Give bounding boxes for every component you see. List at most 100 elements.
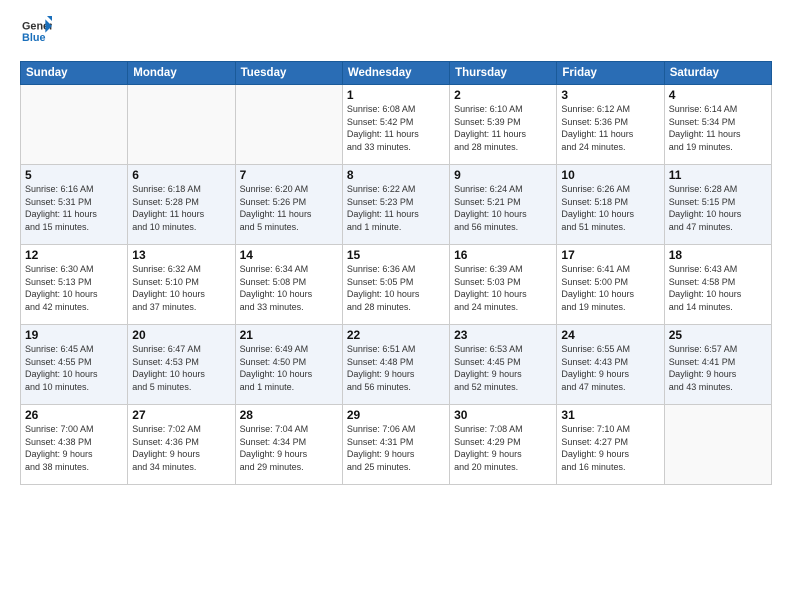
- day-number: 26: [25, 408, 123, 422]
- day-number: 14: [240, 248, 338, 262]
- day-number: 29: [347, 408, 445, 422]
- calendar-cell: 3Sunrise: 6:12 AM Sunset: 5:36 PM Daylig…: [557, 85, 664, 165]
- day-number: 22: [347, 328, 445, 342]
- calendar-cell: 27Sunrise: 7:02 AM Sunset: 4:36 PM Dayli…: [128, 405, 235, 485]
- day-info: Sunrise: 7:00 AM Sunset: 4:38 PM Dayligh…: [25, 423, 123, 473]
- calendar-cell: 18Sunrise: 6:43 AM Sunset: 4:58 PM Dayli…: [664, 245, 771, 325]
- calendar-cell: 21Sunrise: 6:49 AM Sunset: 4:50 PM Dayli…: [235, 325, 342, 405]
- calendar-week-2: 5Sunrise: 6:16 AM Sunset: 5:31 PM Daylig…: [21, 165, 772, 245]
- calendar-header-friday: Friday: [557, 62, 664, 85]
- calendar-header-thursday: Thursday: [450, 62, 557, 85]
- day-number: 23: [454, 328, 552, 342]
- calendar-cell: [664, 405, 771, 485]
- day-number: 13: [132, 248, 230, 262]
- calendar-cell: 20Sunrise: 6:47 AM Sunset: 4:53 PM Dayli…: [128, 325, 235, 405]
- day-number: 7: [240, 168, 338, 182]
- day-info: Sunrise: 7:10 AM Sunset: 4:27 PM Dayligh…: [561, 423, 659, 473]
- calendar-cell: 13Sunrise: 6:32 AM Sunset: 5:10 PM Dayli…: [128, 245, 235, 325]
- day-number: 21: [240, 328, 338, 342]
- day-info: Sunrise: 6:39 AM Sunset: 5:03 PM Dayligh…: [454, 263, 552, 313]
- day-number: 18: [669, 248, 767, 262]
- day-info: Sunrise: 6:32 AM Sunset: 5:10 PM Dayligh…: [132, 263, 230, 313]
- day-info: Sunrise: 6:08 AM Sunset: 5:42 PM Dayligh…: [347, 103, 445, 153]
- calendar-cell: 17Sunrise: 6:41 AM Sunset: 5:00 PM Dayli…: [557, 245, 664, 325]
- calendar-cell: 23Sunrise: 6:53 AM Sunset: 4:45 PM Dayli…: [450, 325, 557, 405]
- day-info: Sunrise: 6:43 AM Sunset: 4:58 PM Dayligh…: [669, 263, 767, 313]
- day-info: Sunrise: 7:02 AM Sunset: 4:36 PM Dayligh…: [132, 423, 230, 473]
- day-info: Sunrise: 6:41 AM Sunset: 5:00 PM Dayligh…: [561, 263, 659, 313]
- day-info: Sunrise: 6:22 AM Sunset: 5:23 PM Dayligh…: [347, 183, 445, 233]
- day-number: 31: [561, 408, 659, 422]
- calendar-cell: 1Sunrise: 6:08 AM Sunset: 5:42 PM Daylig…: [342, 85, 449, 165]
- calendar-cell: 31Sunrise: 7:10 AM Sunset: 4:27 PM Dayli…: [557, 405, 664, 485]
- calendar-header-monday: Monday: [128, 62, 235, 85]
- day-info: Sunrise: 6:34 AM Sunset: 5:08 PM Dayligh…: [240, 263, 338, 313]
- day-number: 9: [454, 168, 552, 182]
- calendar-cell: 24Sunrise: 6:55 AM Sunset: 4:43 PM Dayli…: [557, 325, 664, 405]
- calendar-header-row: SundayMondayTuesdayWednesdayThursdayFrid…: [21, 62, 772, 85]
- day-number: 24: [561, 328, 659, 342]
- day-info: Sunrise: 7:06 AM Sunset: 4:31 PM Dayligh…: [347, 423, 445, 473]
- day-info: Sunrise: 6:51 AM Sunset: 4:48 PM Dayligh…: [347, 343, 445, 393]
- calendar-cell: 5Sunrise: 6:16 AM Sunset: 5:31 PM Daylig…: [21, 165, 128, 245]
- day-info: Sunrise: 6:30 AM Sunset: 5:13 PM Dayligh…: [25, 263, 123, 313]
- calendar-cell: 10Sunrise: 6:26 AM Sunset: 5:18 PM Dayli…: [557, 165, 664, 245]
- calendar-week-3: 12Sunrise: 6:30 AM Sunset: 5:13 PM Dayli…: [21, 245, 772, 325]
- header: General Blue: [20, 16, 772, 51]
- day-number: 27: [132, 408, 230, 422]
- day-info: Sunrise: 6:57 AM Sunset: 4:41 PM Dayligh…: [669, 343, 767, 393]
- calendar-cell: 12Sunrise: 6:30 AM Sunset: 5:13 PM Dayli…: [21, 245, 128, 325]
- calendar-cell: 2Sunrise: 6:10 AM Sunset: 5:39 PM Daylig…: [450, 85, 557, 165]
- calendar-week-1: 1Sunrise: 6:08 AM Sunset: 5:42 PM Daylig…: [21, 85, 772, 165]
- day-number: 1: [347, 88, 445, 102]
- day-number: 10: [561, 168, 659, 182]
- day-info: Sunrise: 6:55 AM Sunset: 4:43 PM Dayligh…: [561, 343, 659, 393]
- day-number: 2: [454, 88, 552, 102]
- day-number: 20: [132, 328, 230, 342]
- calendar-cell: 4Sunrise: 6:14 AM Sunset: 5:34 PM Daylig…: [664, 85, 771, 165]
- calendar-cell: [21, 85, 128, 165]
- day-number: 8: [347, 168, 445, 182]
- day-info: Sunrise: 7:04 AM Sunset: 4:34 PM Dayligh…: [240, 423, 338, 473]
- calendar-cell: 15Sunrise: 6:36 AM Sunset: 5:05 PM Dayli…: [342, 245, 449, 325]
- day-info: Sunrise: 6:49 AM Sunset: 4:50 PM Dayligh…: [240, 343, 338, 393]
- day-info: Sunrise: 6:12 AM Sunset: 5:36 PM Dayligh…: [561, 103, 659, 153]
- calendar-header-saturday: Saturday: [664, 62, 771, 85]
- day-number: 30: [454, 408, 552, 422]
- day-number: 12: [25, 248, 123, 262]
- calendar-cell: 26Sunrise: 7:00 AM Sunset: 4:38 PM Dayli…: [21, 405, 128, 485]
- calendar-cell: [128, 85, 235, 165]
- calendar-cell: 19Sunrise: 6:45 AM Sunset: 4:55 PM Dayli…: [21, 325, 128, 405]
- day-info: Sunrise: 6:45 AM Sunset: 4:55 PM Dayligh…: [25, 343, 123, 393]
- calendar-cell: 22Sunrise: 6:51 AM Sunset: 4:48 PM Dayli…: [342, 325, 449, 405]
- day-info: Sunrise: 7:08 AM Sunset: 4:29 PM Dayligh…: [454, 423, 552, 473]
- calendar-cell: 9Sunrise: 6:24 AM Sunset: 5:21 PM Daylig…: [450, 165, 557, 245]
- day-info: Sunrise: 6:14 AM Sunset: 5:34 PM Dayligh…: [669, 103, 767, 153]
- calendar-table: SundayMondayTuesdayWednesdayThursdayFrid…: [20, 61, 772, 485]
- calendar-cell: 16Sunrise: 6:39 AM Sunset: 5:03 PM Dayli…: [450, 245, 557, 325]
- calendar-cell: 7Sunrise: 6:20 AM Sunset: 5:26 PM Daylig…: [235, 165, 342, 245]
- calendar-header-wednesday: Wednesday: [342, 62, 449, 85]
- day-number: 25: [669, 328, 767, 342]
- calendar-cell: 11Sunrise: 6:28 AM Sunset: 5:15 PM Dayli…: [664, 165, 771, 245]
- day-info: Sunrise: 6:20 AM Sunset: 5:26 PM Dayligh…: [240, 183, 338, 233]
- day-info: Sunrise: 6:24 AM Sunset: 5:21 PM Dayligh…: [454, 183, 552, 233]
- day-info: Sunrise: 6:36 AM Sunset: 5:05 PM Dayligh…: [347, 263, 445, 313]
- day-info: Sunrise: 6:26 AM Sunset: 5:18 PM Dayligh…: [561, 183, 659, 233]
- day-info: Sunrise: 6:28 AM Sunset: 5:15 PM Dayligh…: [669, 183, 767, 233]
- calendar-header-sunday: Sunday: [21, 62, 128, 85]
- day-number: 5: [25, 168, 123, 182]
- calendar-week-4: 19Sunrise: 6:45 AM Sunset: 4:55 PM Dayli…: [21, 325, 772, 405]
- day-number: 19: [25, 328, 123, 342]
- calendar-week-5: 26Sunrise: 7:00 AM Sunset: 4:38 PM Dayli…: [21, 405, 772, 485]
- day-number: 28: [240, 408, 338, 422]
- day-info: Sunrise: 6:18 AM Sunset: 5:28 PM Dayligh…: [132, 183, 230, 233]
- day-number: 17: [561, 248, 659, 262]
- day-number: 11: [669, 168, 767, 182]
- logo: General Blue: [20, 16, 52, 51]
- day-info: Sunrise: 6:47 AM Sunset: 4:53 PM Dayligh…: [132, 343, 230, 393]
- svg-text:Blue: Blue: [22, 32, 45, 44]
- day-info: Sunrise: 6:10 AM Sunset: 5:39 PM Dayligh…: [454, 103, 552, 153]
- calendar-cell: 30Sunrise: 7:08 AM Sunset: 4:29 PM Dayli…: [450, 405, 557, 485]
- calendar-cell: 28Sunrise: 7:04 AM Sunset: 4:34 PM Dayli…: [235, 405, 342, 485]
